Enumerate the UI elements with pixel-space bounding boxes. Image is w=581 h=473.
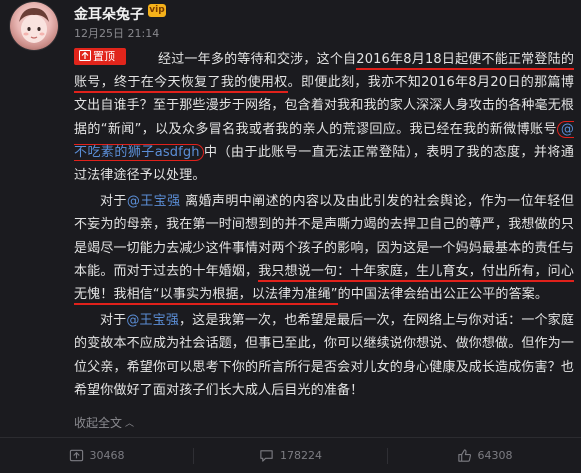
vip-badge-icon[interactable]: vip [148,4,166,17]
mention-link[interactable]: @王宝强 [127,194,181,209]
mention-link[interactable]: @王宝强 [126,313,179,328]
repost-button[interactable]: 30468 [0,438,193,473]
like-count: 64308 [477,449,513,462]
timestamp[interactable]: 12月25日 21:14 [74,25,159,41]
chevron-up-icon: ︿ [125,419,135,429]
action-bar: 30468 178224 64308 [0,438,581,473]
post-text: 经过一年多的等待和交涉，这个自 [158,52,357,67]
post-text: 对于 [100,194,127,210]
collapse-button[interactable]: 收起全文 ︿ [74,414,134,431]
post-paragraph-3: 对于@王宝强，这是我第一次，也希望是最后一次，在网络上与你对话：一个家庭的变故本… [74,309,574,402]
like-button[interactable]: 64308 [388,438,581,473]
comment-count: 178224 [280,449,322,462]
repost-icon [69,449,83,462]
post-body: 经过一年多的等待和交涉，这个自2016年8月18日起便不能正常登陆的账号，终于在… [74,48,574,405]
avatar-image [19,8,49,43]
comment-button[interactable]: 178224 [194,438,387,473]
collapse-label: 收起全文 [74,416,123,430]
avatar[interactable] [10,2,58,50]
username[interactable]: 金耳朵兔子 [74,4,144,24]
like-icon [457,449,471,462]
post-text: 对于 [100,313,127,329]
comment-icon [260,450,273,462]
repost-count: 30468 [89,449,125,462]
post-paragraph-2: 对于@王宝强 离婚声明中阐述的内容以及由此引发的社会舆论，作为一位年轻但不妄为的… [74,190,574,306]
post-text: 的中国法律会给出公正公平的答案。 [337,287,549,303]
post-paragraph-1: 经过一年多的等待和交涉，这个自2016年8月18日起便不能正常登陆的账号，终于在… [74,48,574,187]
